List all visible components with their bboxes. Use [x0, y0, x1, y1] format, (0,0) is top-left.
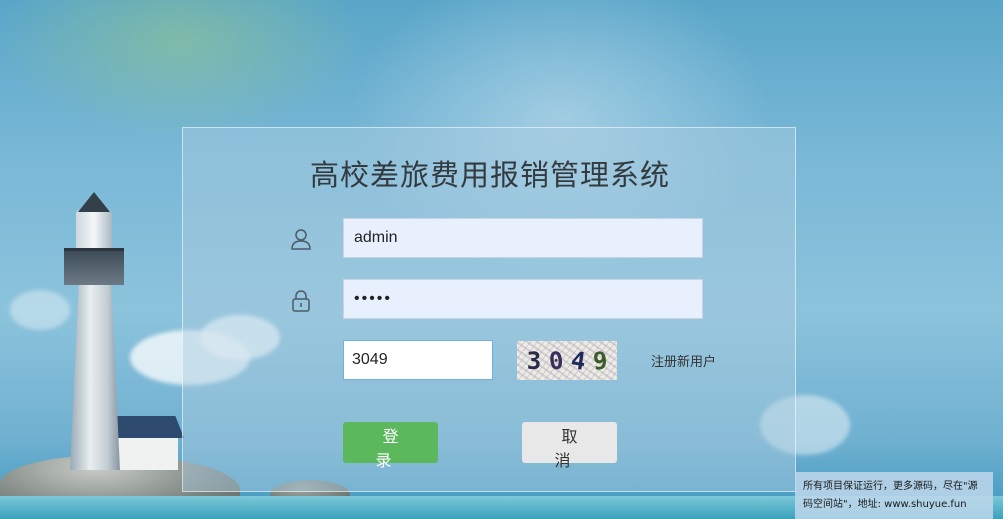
- captcha-char: 0: [547, 345, 565, 376]
- cancel-button[interactable]: 取 消: [522, 422, 617, 470]
- login-panel: 高校差旅费用报销管理系统 3 0 4 9 注册新用户 登 录 取 消: [182, 127, 796, 492]
- lock-icon: [289, 289, 313, 313]
- lighthouse-gallery: [64, 248, 124, 285]
- verification-code-input[interactable]: [343, 340, 493, 380]
- captcha-char: 3: [526, 346, 542, 375]
- register-link[interactable]: 注册新用户: [651, 351, 716, 370]
- footer-note: 所有项目保证运行，更多源码，尽在"源码空间站"，地址: www.shuyue.f…: [795, 472, 993, 519]
- captcha-char: 9: [591, 346, 609, 375]
- user-icon: [289, 227, 313, 251]
- password-input[interactable]: [343, 279, 703, 319]
- cloud: [10, 290, 70, 330]
- lighthouse-cap: [78, 192, 110, 212]
- login-button[interactable]: 登 录: [343, 422, 438, 470]
- username-input[interactable]: [343, 218, 703, 258]
- lighthouse-tower: [70, 280, 120, 470]
- captcha-char: 4: [568, 345, 588, 376]
- captcha-image[interactable]: 3 0 4 9: [517, 341, 617, 380]
- lighthouse-lamp: [76, 210, 112, 248]
- page-title: 高校差旅费用报销管理系统: [309, 158, 670, 192]
